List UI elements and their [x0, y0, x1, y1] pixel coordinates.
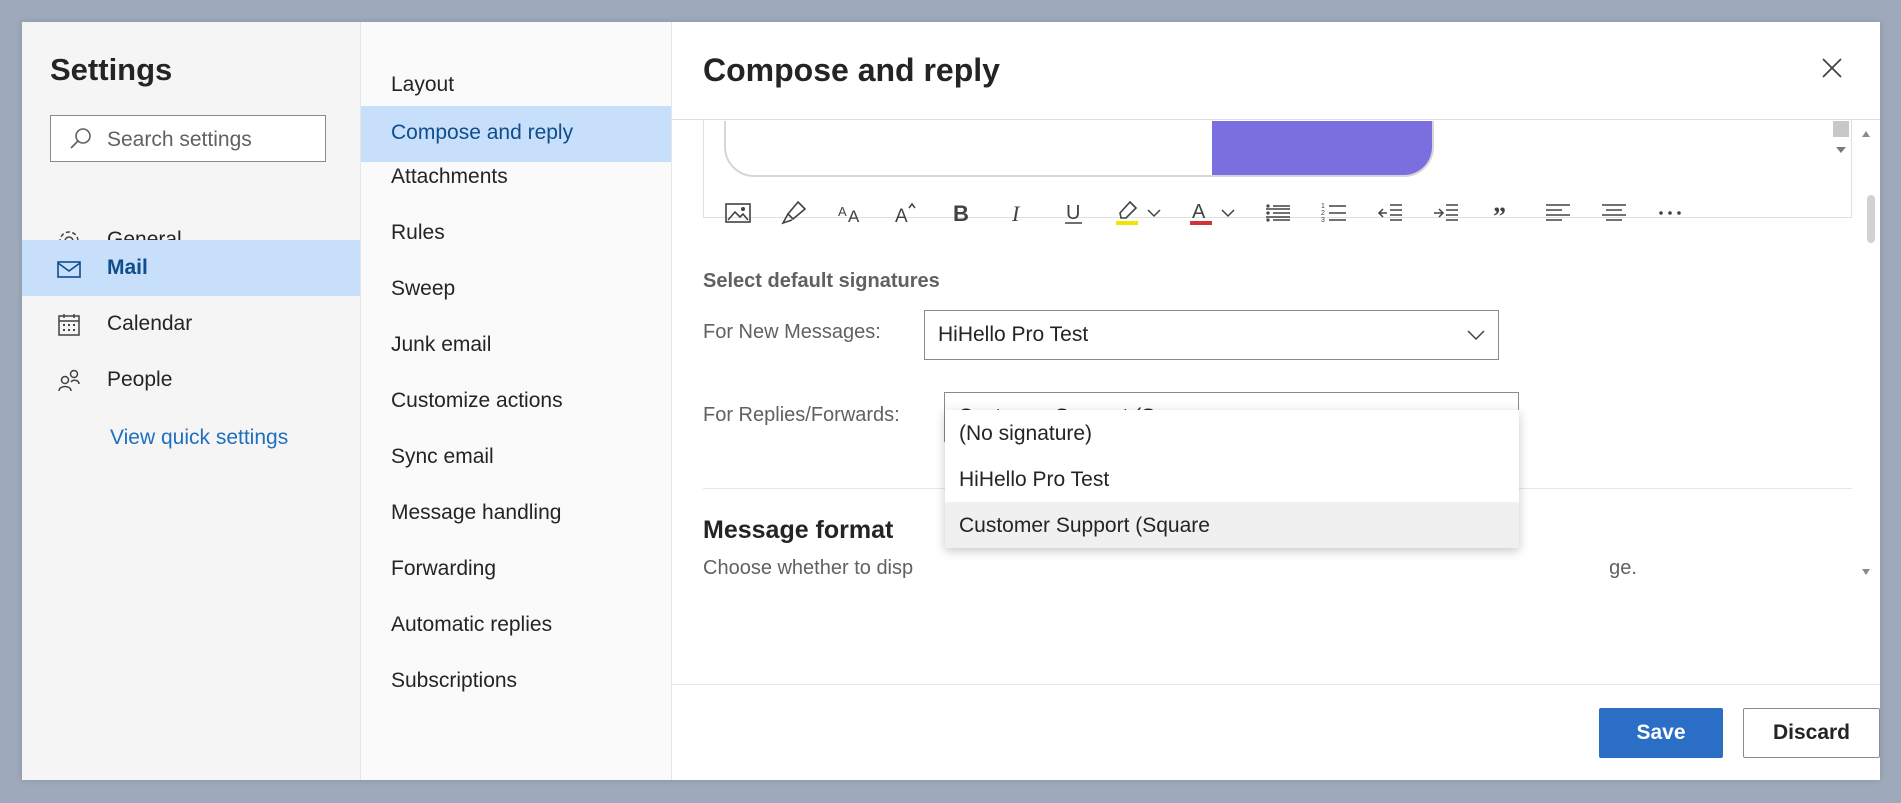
- settings-nav-pane: Settings Search settings General Mail: [22, 22, 361, 780]
- search-placeholder: Search settings: [107, 128, 252, 151]
- discard-button[interactable]: Discard: [1743, 708, 1880, 758]
- footer-divider: [672, 684, 1880, 685]
- nav-item-label: Mail: [107, 256, 148, 279]
- new-messages-signature-select[interactable]: HiHello Pro Test: [924, 310, 1499, 360]
- insert-image-icon[interactable]: [718, 193, 758, 233]
- scroll-up-arrow-icon[interactable]: [1860, 128, 1872, 140]
- grow-font-icon[interactable]: A: [886, 193, 926, 233]
- editor-scrollbar[interactable]: [1832, 121, 1850, 181]
- bold-icon[interactable]: B: [942, 193, 982, 233]
- submenu-item-attachments[interactable]: Attachments: [361, 150, 671, 206]
- option-label: Customer Support (Square: [959, 514, 1210, 537]
- calendar-icon: [58, 314, 80, 336]
- mail-submenu-pane: Layout Compose and reply Attachments Rul…: [361, 22, 672, 780]
- option-label: (No signature): [959, 422, 1093, 445]
- signature-editor[interactable]: AA A B I U A 1 2 3 ”: [703, 120, 1852, 226]
- option-label: HiHello Pro Test: [959, 468, 1110, 491]
- dropdown-option-customer-support[interactable]: Customer Support (Square: [945, 502, 1519, 548]
- mail-icon: [57, 261, 81, 278]
- description-text-end: ge.: [1609, 557, 1637, 579]
- submenu-item-automatic-replies[interactable]: Automatic replies: [361, 598, 671, 654]
- people-icon: [58, 369, 80, 392]
- italic-icon[interactable]: I: [998, 193, 1038, 233]
- nav-item-label: People: [107, 368, 173, 391]
- font-color-icon[interactable]: A: [1184, 193, 1244, 233]
- submenu-item-rules[interactable]: Rules: [361, 206, 671, 262]
- description-text-start: Choose whether to disp: [703, 557, 914, 579]
- message-format-description: Choose whether to disp ge.: [703, 557, 1637, 580]
- svg-text:2: 2: [1321, 210, 1325, 217]
- svg-text:A: A: [838, 204, 847, 219]
- panel-title: Compose and reply: [703, 52, 1000, 88]
- submenu-item-junk-email[interactable]: Junk email: [361, 318, 671, 374]
- submenu-item-customize-actions[interactable]: Customize actions: [361, 374, 671, 430]
- new-messages-label: For New Messages:: [703, 321, 881, 343]
- message-format-title: Message format: [703, 516, 894, 544]
- panel-content: AA A B I U A 1 2 3 ” Select default sign…: [672, 120, 1880, 684]
- svg-text:3: 3: [1321, 217, 1325, 224]
- default-signatures-heading: Select default signatures: [703, 270, 940, 292]
- submenu-item-label: Forwarding: [391, 557, 497, 580]
- format-painter-icon[interactable]: [774, 193, 814, 233]
- submenu-item-label: Layout: [391, 73, 455, 96]
- select-value: HiHello Pro Test: [938, 323, 1089, 346]
- svg-text:”: ”: [1493, 202, 1506, 225]
- submenu-item-label: Sweep: [391, 277, 456, 300]
- svg-text:A: A: [848, 207, 860, 225]
- svg-text:I: I: [1011, 201, 1021, 226]
- submenu-item-label: Automatic replies: [391, 613, 553, 636]
- quote-icon[interactable]: ”: [1482, 193, 1522, 233]
- align-left-icon[interactable]: [1538, 193, 1578, 233]
- scroll-down-arrow-icon[interactable]: [1860, 566, 1872, 578]
- submenu-item-label: Customize actions: [391, 389, 563, 412]
- chevron-down-icon: [1467, 330, 1485, 341]
- signature-preview-card: [724, 121, 1434, 177]
- align-center-icon[interactable]: [1594, 193, 1634, 233]
- submenu-item-label: Junk email: [391, 333, 492, 356]
- font-size-icon[interactable]: AA: [830, 193, 870, 233]
- svg-text:A: A: [1192, 201, 1206, 223]
- submenu-item-sync-email[interactable]: Sync email: [361, 430, 671, 486]
- dropdown-option-no-signature[interactable]: (No signature): [945, 410, 1519, 456]
- svg-text:1: 1: [1321, 203, 1325, 210]
- settings-dialog: Settings Search settings General Mail: [22, 22, 1880, 780]
- svg-text:U: U: [1066, 202, 1080, 224]
- submenu-item-forwarding[interactable]: Forwarding: [361, 542, 671, 598]
- dropdown-option-hihello-pro-test[interactable]: HiHello Pro Test: [945, 456, 1519, 502]
- bullets-icon[interactable]: [1258, 193, 1298, 233]
- search-settings-input[interactable]: Search settings: [50, 115, 326, 162]
- submenu-item-label: Attachments: [391, 165, 508, 188]
- submenu-item-label: Rules: [391, 221, 445, 244]
- submenu-item-subscriptions[interactable]: Subscriptions: [361, 654, 671, 710]
- submenu-item-message-handling[interactable]: Message handling: [361, 486, 671, 542]
- signature-card-button: [1212, 121, 1432, 175]
- settings-title: Settings: [50, 52, 173, 87]
- underline-icon[interactable]: U: [1054, 193, 1094, 233]
- search-icon: [70, 128, 91, 149]
- submenu-item-label: Sync email: [391, 445, 494, 468]
- close-icon[interactable]: [1820, 56, 1844, 80]
- svg-text:B: B: [953, 201, 969, 226]
- decrease-indent-icon[interactable]: [1370, 193, 1410, 233]
- nav-item-label: Calendar: [107, 312, 193, 335]
- replies-signature-dropdown: (No signature) HiHello Pro Test Customer…: [945, 410, 1519, 548]
- submenu-item-sweep[interactable]: Sweep: [361, 262, 671, 318]
- more-options-icon[interactable]: [1650, 193, 1690, 233]
- increase-indent-icon[interactable]: [1426, 193, 1466, 233]
- svg-text:A: A: [895, 206, 908, 226]
- nav-item-calendar[interactable]: Calendar: [22, 296, 360, 352]
- submenu-item-label: Subscriptions: [391, 669, 518, 692]
- numbering-icon[interactable]: 123: [1314, 193, 1354, 233]
- submenu-item-label: Compose and reply: [391, 121, 574, 144]
- submenu-item-label: Message handling: [391, 501, 562, 524]
- nav-item-people[interactable]: People: [22, 352, 360, 408]
- nav-item-mail[interactable]: Mail: [22, 240, 360, 296]
- compose-reply-panel: Compose and reply A A A B I U A 1 2 3 ” …: [672, 22, 1880, 780]
- save-button[interactable]: Save: [1599, 708, 1723, 758]
- view-quick-settings-link[interactable]: View quick settings: [110, 426, 288, 450]
- panel-scrollbar-thumb[interactable]: [1867, 195, 1875, 243]
- replies-forwards-label: For Replies/Forwards:: [703, 404, 900, 426]
- highlight-icon[interactable]: [1110, 193, 1170, 233]
